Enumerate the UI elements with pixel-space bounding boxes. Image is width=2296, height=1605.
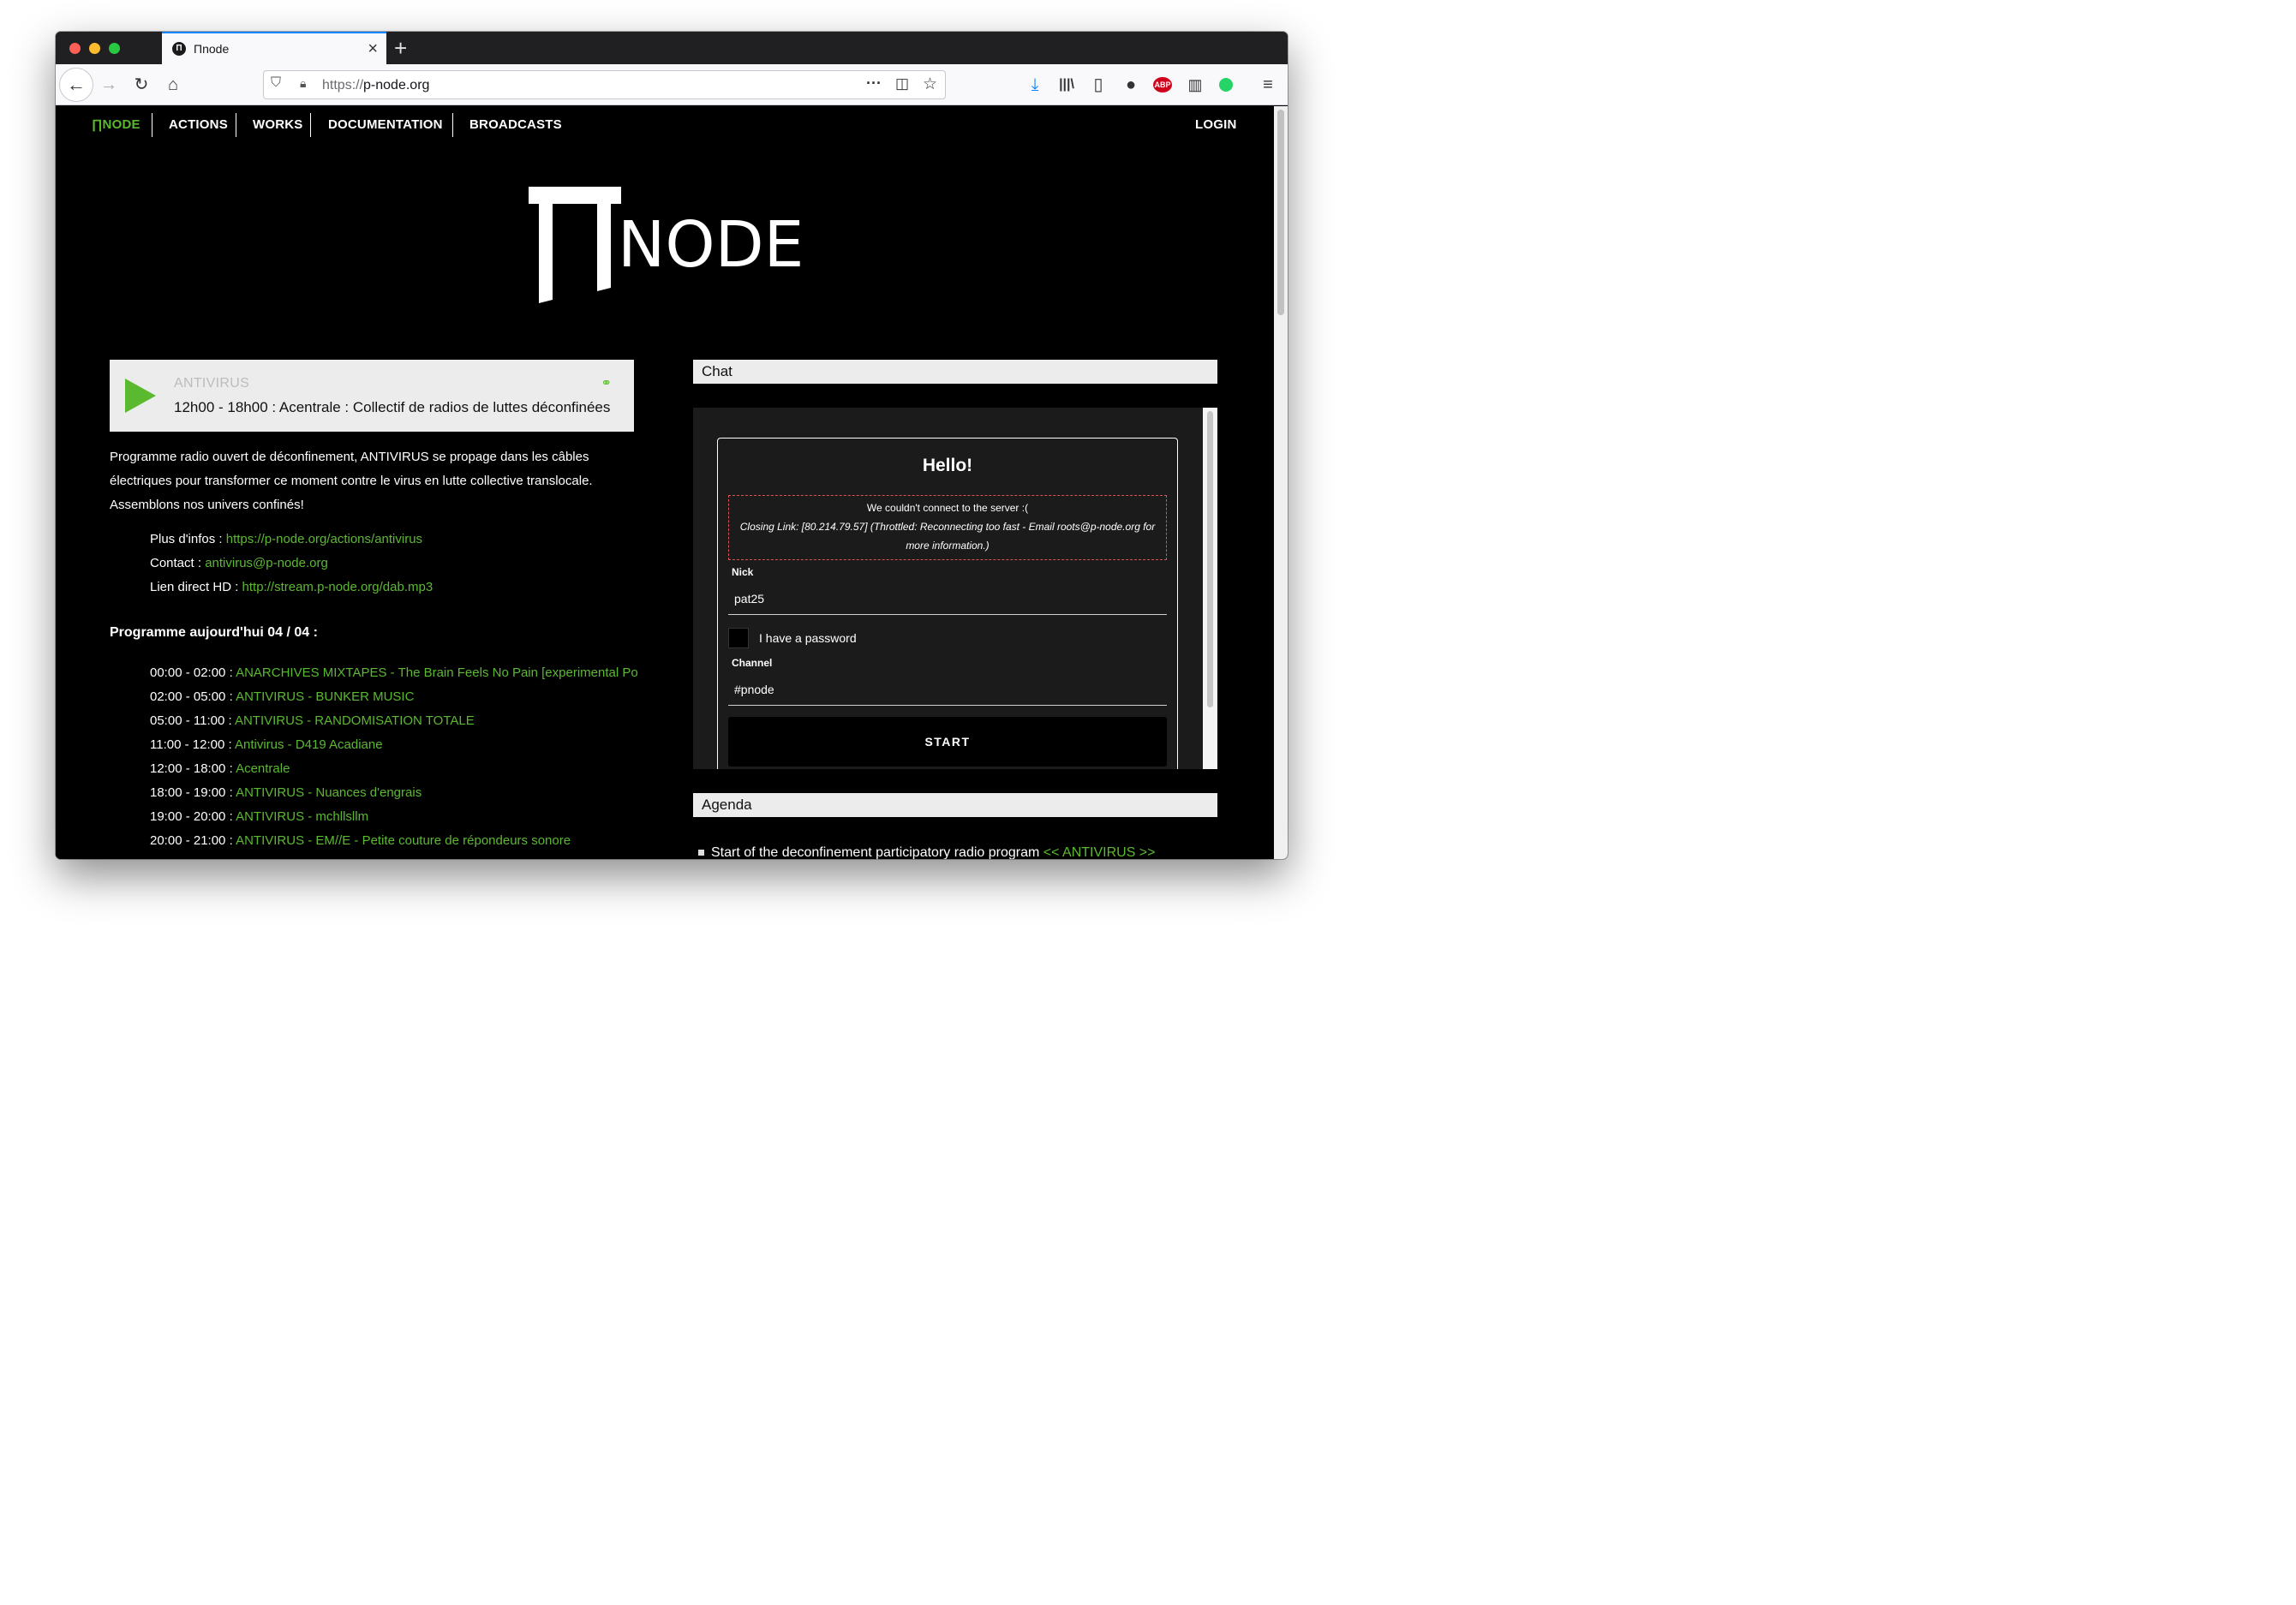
play-icon[interactable] [125,379,156,413]
pocket-icon[interactable]: ◫ [895,75,909,92]
programme-row: 00:00 - 02:00 : ANARCHIVES MIXTAPES - Th… [150,661,638,685]
stream-link[interactable]: http://stream.p-node.org/dab.mp3 [242,580,433,594]
close-tab-icon[interactable]: × [368,39,378,59]
site-logo: NODE [527,185,810,318]
site-nav: ∏NODE ACTIONS WORKS DOCUMENTATION BROADC… [56,106,1274,146]
whatsapp-icon[interactable] [1219,78,1233,92]
chat-frame: Hello! We couldn't connect to the server… [693,408,1217,769]
programme-title: Programme aujourd'hui 04 / 04 : [110,625,318,640]
nav-documentation[interactable]: DOCUMENTATION [328,117,443,132]
channel-input[interactable]: #pnode [728,673,1167,706]
forward-button[interactable]: → [99,75,119,95]
programme-show-link[interactable]: ANARCHIVES MIXTAPES - The Brain Feels No… [236,665,638,680]
logo-text: NODE [618,208,804,282]
nav-divider [452,113,453,137]
programme-row: 11:00 - 12:00 : Antivirus - D419 Acadian… [150,737,383,752]
chat-connect-form: Hello! We couldn't connect to the server… [717,438,1178,769]
nav-works[interactable]: WORKS [253,117,303,132]
chat-heading: Chat [693,360,1217,384]
programme-show-link[interactable]: Antivirus - D419 Acadiane [235,737,383,752]
page-actions-icon[interactable]: ··· [866,75,882,92]
agenda-item: Start of the deconfinement participatory… [698,845,1156,859]
nick-label: Nick [732,566,754,578]
programme-list: 00:00 - 02:00 : ANARCHIVES MIXTAPES - Th… [150,661,638,853]
account-icon[interactable]: ● [1121,75,1141,95]
contact-link[interactable]: antivirus@p-node.org [205,556,328,570]
nick-input[interactable]: pat25 [728,582,1167,615]
description: Programme radio ouvert de déconfinement,… [110,450,593,512]
tab-strip: Π Πnode × + [56,32,1288,64]
tab-pnode[interactable]: Π Πnode × [162,32,386,64]
page-content: ∏NODE ACTIONS WORKS DOCUMENTATION BROADC… [56,106,1274,859]
agenda-link[interactable]: << ANTIVIRUS >> [1043,845,1156,859]
sidebar-icon[interactable]: ▯ [1088,75,1109,95]
menu-icon[interactable]: ≡ [1258,75,1278,95]
link-icon[interactable]: ⚭ [601,375,612,391]
programme-row: 19:00 - 20:00 : ANTIVIRUS - mchllsllm [150,809,369,824]
programme-row: 12:00 - 18:00 : Acentrale [150,761,290,776]
zoom-window-button[interactable] [109,43,120,54]
programme-row: 02:00 - 05:00 : ANTIVIRUS - BUNKER MUSIC [150,689,415,704]
nav-brand[interactable]: ∏NODE [92,117,141,132]
url-bar[interactable]: ⛉ 🔒︎ https://p-node.org ··· ◫ ☆ [263,70,946,99]
bullet-icon [698,850,704,856]
start-button[interactable]: START [728,717,1167,767]
password-label[interactable]: I have a password [759,631,857,645]
player-current-show: 12h00 - 18h00 : Acentrale : Collectif de… [174,399,611,415]
library-icon[interactable]: |||\ [1056,75,1077,95]
chat-error: We couldn't connect to the server :( Clo… [728,495,1167,560]
radio-player: ANTIVIRUS 12h00 - 18h00 : Acentrale : Co… [110,360,634,432]
bookmark-star-icon[interactable]: ☆ [923,75,937,94]
programme-show-link[interactable]: ANTIVIRUS - RANDOMISATION TOTALE [235,713,475,728]
programme-row: 05:00 - 11:00 : ANTIVIRUS - RANDOMISATIO… [150,713,475,728]
minimize-window-button[interactable] [89,43,100,54]
tab-title: Πnode [194,42,230,56]
programme-show-link[interactable]: ANTIVIRUS - mchllsllm [236,809,368,824]
programme-row: 18:00 - 19:00 : ANTIVIRUS - Nuances d'en… [150,785,422,800]
nav-toolbar: ← → ↻ ⌂ ⛉ 🔒︎ https://p-node.org ··· ◫ ☆ … [56,64,1288,105]
player-station-name: ANTIVIRUS [174,376,250,391]
url-text[interactable]: https://p-node.org [322,78,429,93]
info-row: Plus d'infos : https://p-node.org/action… [150,532,423,546]
agenda-heading: Agenda [693,793,1217,817]
shield-icon[interactable]: ⛉ [271,75,281,91]
info-row: Lien direct HD : http://stream.p-node.or… [150,580,433,594]
chat-scroll-thumb[interactable] [1207,411,1213,707]
info-link[interactable]: https://p-node.org/actions/antivirus [226,532,422,546]
info-list: Plus d'infos : https://p-node.org/action… [150,528,433,600]
nav-login[interactable]: LOGIN [1195,117,1237,132]
chat-error-detail: Closing Link: [80.214.79.57] (Throttled:… [739,521,1156,552]
page-scroll-thumb[interactable] [1277,110,1284,315]
adblock-icon[interactable]: ABP [1153,77,1172,92]
page-scrollbar[interactable] [1274,106,1288,859]
downloads-icon[interactable]: ⤓ [1025,75,1045,95]
pi-logo-icon: NODE [529,187,804,303]
favicon-icon: Π [172,42,186,56]
programme-show-link[interactable]: ANTIVIRUS - EM//E - Petite couture de ré… [236,833,571,848]
chat-scrollbar[interactable] [1203,408,1217,769]
nav-divider [310,113,311,137]
back-button[interactable]: ← [59,68,93,102]
channel-label: Channel [732,657,773,669]
reload-button[interactable]: ↻ [131,75,152,95]
nav-broadcasts[interactable]: BROADCASTS [469,117,562,132]
new-tab-button[interactable]: + [394,35,407,61]
lock-icon[interactable]: 🔒︎ [300,76,306,91]
info-row: Contact : antivirus@p-node.org [150,556,328,570]
chat-hello: Hello! [922,456,973,475]
close-window-button[interactable] [69,43,81,54]
nav-actions[interactable]: ACTIONS [169,117,228,132]
password-checkbox[interactable] [728,628,749,648]
programme-show-link[interactable]: ANTIVIRUS - BUNKER MUSIC [236,689,414,704]
programme-show-link[interactable]: Acentrale [236,761,290,776]
home-button[interactable]: ⌂ [163,75,183,95]
programme-row: 20:00 - 21:00 : ANTIVIRUS - EM//E - Peti… [150,833,571,848]
browser-window: Π Πnode × + ← → ↻ ⌂ ⛉ 🔒︎ https://p-node.… [56,32,1288,859]
chat-error-title: We couldn't connect to the server :( [866,502,1029,514]
extension-grid-icon[interactable]: ▥ [1185,75,1205,95]
programme-show-link[interactable]: ANTIVIRUS - Nuances d'engrais [236,785,422,800]
